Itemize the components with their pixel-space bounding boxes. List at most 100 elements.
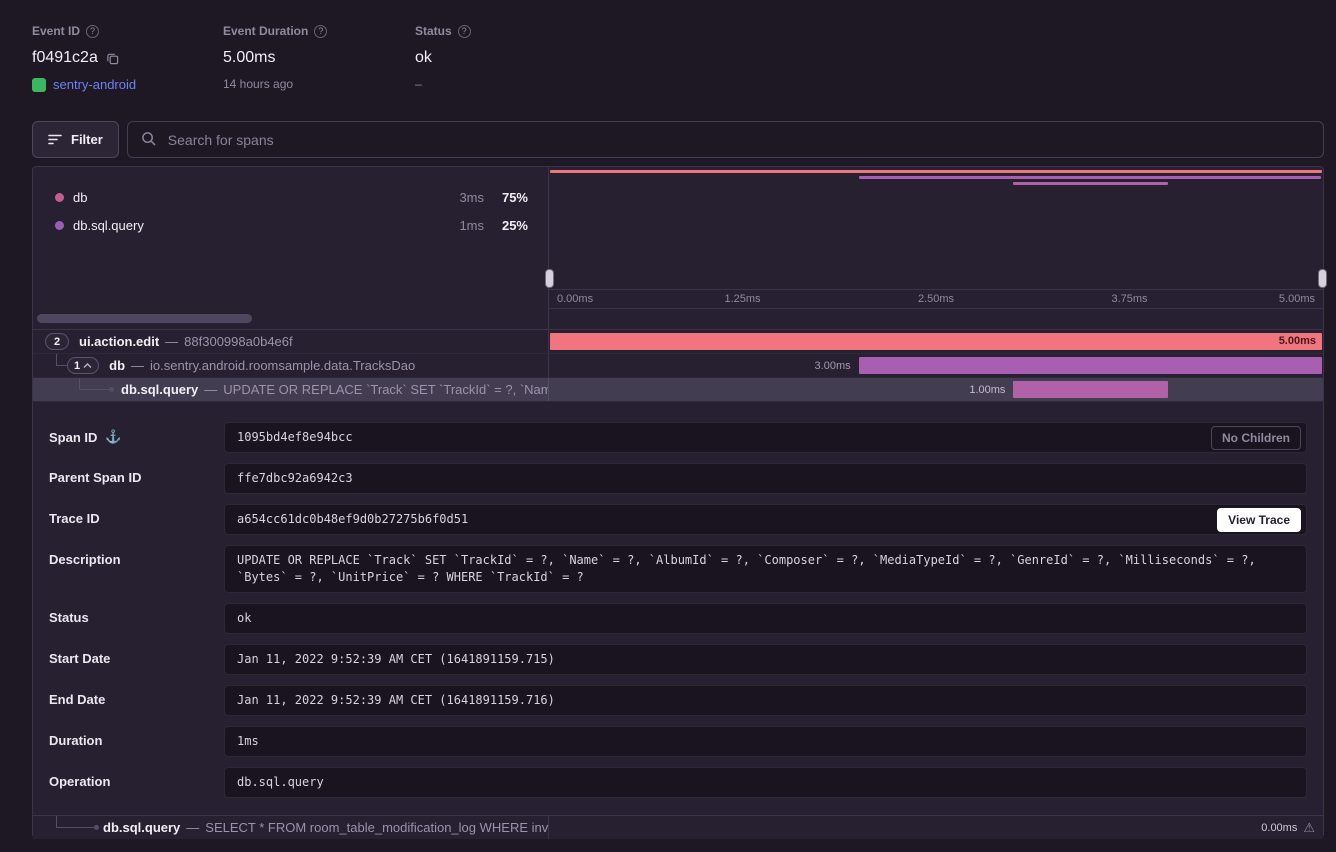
no-children-button[interactable]: No Children	[1211, 426, 1301, 450]
event-age: 14 hours ago	[223, 77, 327, 91]
op-duration: 1ms	[436, 218, 484, 233]
help-icon[interactable]: ?	[86, 25, 99, 38]
warning-icon[interactable]: ⚠	[1303, 821, 1315, 834]
span-row-db-sql-query-select[interactable]: db.sql.query — SELECT * FROM room_table_…	[33, 815, 1323, 839]
op-color-dot	[55, 193, 64, 202]
op-percent: 25%	[484, 218, 528, 233]
span-details-panel: Span ID ⚓ 1095bd4ef8e94bcc No Children P…	[33, 402, 1323, 815]
span-duration-label: 1.00ms	[969, 378, 1005, 401]
span-duration-bar[interactable]	[1013, 381, 1168, 398]
detail-row-trace-id: Trace ID a654cc61dc0b48ef9d0b27275b6f0d5…	[49, 504, 1307, 535]
search-input[interactable]	[127, 121, 1324, 158]
view-trace-button[interactable]: View Trace	[1217, 508, 1301, 532]
tree-connector	[56, 816, 96, 828]
span-op: ui.action.edit	[79, 334, 159, 349]
span-row-ui-action-edit[interactable]: 2 ui.action.edit — 88f300998a0b4e6f 5.00…	[33, 330, 1323, 354]
breakdown-row-db-sql-query[interactable]: db.sql.query 1ms 25%	[55, 211, 528, 239]
detail-label: Trace ID	[49, 511, 100, 526]
parent-span-id-value: ffe7dbc92a6942c3	[224, 463, 1307, 494]
op-name: db.sql.query	[73, 218, 144, 233]
minimap-handle-right[interactable]	[1318, 269, 1327, 288]
start-date-value: Jan 11, 2022 9:52:39 AM CET (1641891159.…	[224, 644, 1307, 675]
minimap-span-bar	[1013, 182, 1168, 185]
toolbar: Filter	[32, 121, 1324, 158]
duration-value: 1ms	[224, 726, 1307, 757]
event-duration-block: Event Duration ? 5.00ms 14 hours ago	[223, 24, 327, 91]
tree-horizontal-scrollbar	[33, 309, 549, 330]
project-platform-icon	[32, 78, 46, 92]
detail-row-start-date: Start Date Jan 11, 2022 9:52:39 AM CET (…	[49, 644, 1307, 675]
time-axis: 0.00ms 1.25ms 2.50ms 3.75ms 5.00ms	[549, 289, 1323, 309]
span-duration-label: 0.00ms	[1261, 822, 1297, 834]
span-op: db.sql.query	[121, 382, 198, 397]
span-duration-label: 5.00ms	[1279, 333, 1316, 350]
project-link[interactable]: sentry-android	[32, 77, 136, 92]
detail-row-operation: Operation db.sql.query	[49, 767, 1307, 798]
minimap-span-bar	[550, 170, 1322, 173]
time-tick: 0.00ms	[557, 293, 593, 305]
span-duration-bar[interactable]	[859, 357, 1322, 374]
status-label: Status	[415, 24, 452, 38]
help-icon[interactable]: ?	[458, 25, 471, 38]
detail-row-description: Description UPDATE OR REPLACE `Track` SE…	[49, 545, 1307, 593]
span-row-db-sql-query-selected[interactable]: db.sql.query — UPDATE OR REPLACE `Track`…	[33, 378, 1323, 402]
event-duration-label: Event Duration	[223, 24, 308, 38]
copy-icon[interactable]	[106, 52, 119, 65]
op-duration: 3ms	[436, 190, 484, 205]
horizontal-scrollbar-thumb[interactable]	[37, 314, 252, 323]
span-id-value: 1095bd4ef8e94bcc No Children	[224, 422, 1307, 453]
time-tick: 3.75ms	[1111, 293, 1147, 305]
search-icon	[141, 131, 156, 151]
detail-label: Status	[49, 610, 89, 625]
span-description: io.sentry.android.roomsample.data.Tracks…	[150, 358, 415, 373]
detail-label: Span ID	[49, 430, 97, 445]
detail-label: End Date	[49, 692, 105, 707]
minimap-section: db 3ms 75% db.sql.query 1ms 25%	[33, 167, 1323, 330]
minimap-canvas[interactable]	[549, 167, 1323, 289]
minimap-span-bar	[859, 176, 1321, 179]
event-duration-value: 5.00ms	[223, 49, 275, 67]
help-icon[interactable]: ?	[314, 25, 327, 38]
span-row-db[interactable]: 1 db — io.sentry.android.roomsample.data…	[33, 354, 1323, 378]
span-op: db.sql.query	[103, 820, 180, 835]
tree-connector	[79, 378, 111, 390]
op-color-dot	[55, 221, 64, 230]
search-box	[127, 121, 1324, 158]
filter-label: Filter	[71, 132, 103, 147]
anchor-icon[interactable]: ⚓	[105, 429, 121, 445]
time-tick: 1.25ms	[724, 293, 760, 305]
span-duration-label: 3.00ms	[815, 354, 851, 377]
status-value: ok	[415, 49, 432, 67]
span-children-badge[interactable]: 2	[45, 333, 69, 350]
op-percent: 75%	[484, 190, 528, 205]
project-name: sentry-android	[53, 77, 136, 92]
child-count: 2	[54, 336, 60, 348]
span-description: UPDATE OR REPLACE `Track` SET `TrackId` …	[223, 382, 549, 397]
span-toggle-badge[interactable]: 1	[67, 357, 99, 374]
status-sub: –	[415, 77, 471, 91]
chevron-up-icon	[83, 363, 92, 369]
trace-view-app: Event ID ? f0491c2a sentry-android Event…	[0, 0, 1336, 852]
operation-value: db.sql.query	[224, 767, 1307, 798]
description-value: UPDATE OR REPLACE `Track` SET `TrackId` …	[224, 545, 1307, 593]
trace-panel: db 3ms 75% db.sql.query 1ms 25%	[32, 166, 1324, 838]
span-duration-bar[interactable]: 5.00ms	[550, 333, 1322, 350]
minimap-handle-left[interactable]	[545, 269, 554, 288]
span-op: db	[109, 358, 125, 373]
status-value: ok	[224, 603, 1307, 634]
child-count: 1	[74, 360, 80, 372]
detail-label: Start Date	[49, 651, 110, 666]
detail-row-duration: Duration 1ms	[49, 726, 1307, 757]
status-block: Status ? ok –	[415, 24, 471, 91]
event-id-value: f0491c2a	[32, 49, 98, 67]
tree-connector	[56, 354, 67, 366]
event-id-label: Event ID	[32, 24, 80, 38]
breakdown-row-db[interactable]: db 3ms 75%	[55, 183, 528, 211]
end-date-value: Jan 11, 2022 9:52:39 AM CET (1641891159.…	[224, 685, 1307, 716]
filter-icon	[48, 134, 62, 145]
detail-row-parent-span-id: Parent Span ID ffe7dbc92a6942c3	[49, 463, 1307, 494]
span-description: SELECT * FROM room_table_modification_lo…	[205, 820, 549, 835]
detail-label: Description	[49, 552, 121, 567]
detail-label: Parent Span ID	[49, 470, 141, 485]
filter-button[interactable]: Filter	[32, 121, 119, 158]
